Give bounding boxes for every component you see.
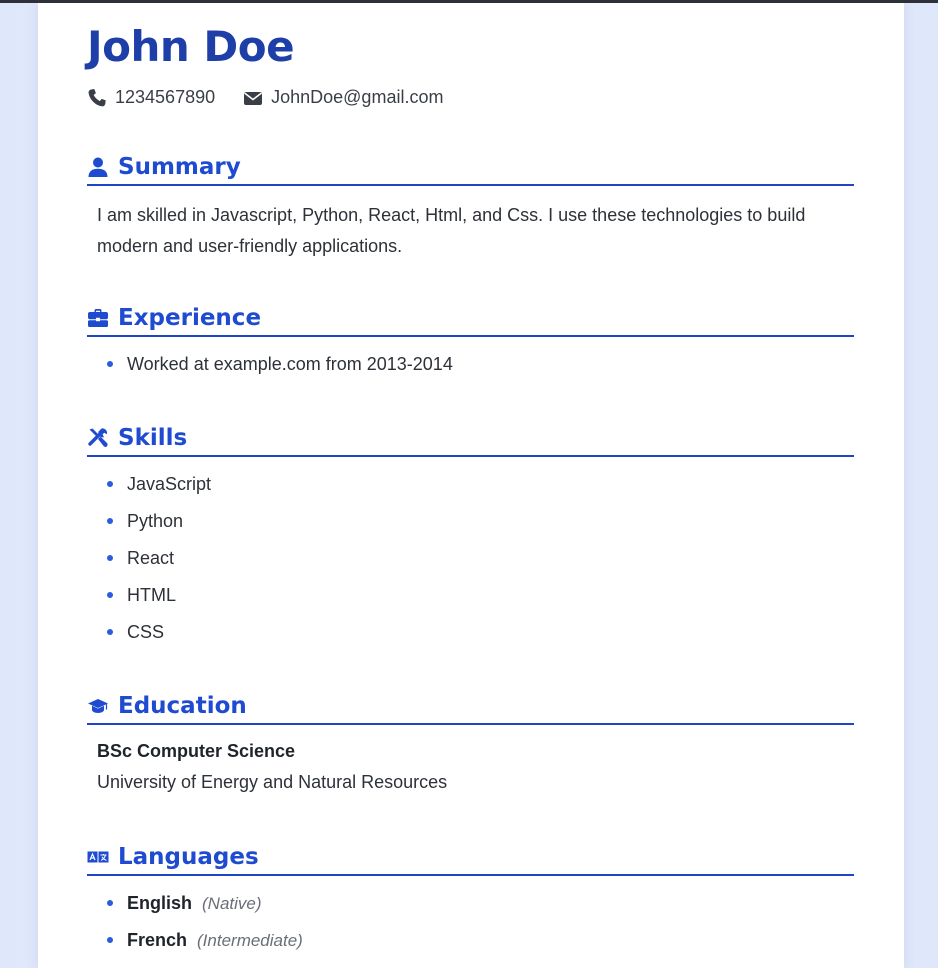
skill-item-text: HTML — [127, 585, 176, 605]
list-item: JavaScript — [87, 469, 854, 506]
bullet-dot — [107, 361, 113, 367]
list-item: Python — [87, 506, 854, 543]
list-item: React — [87, 543, 854, 580]
summary-header: Summary — [87, 150, 854, 186]
experience-header: Experience — [87, 301, 854, 337]
list-item: CSS — [87, 617, 854, 654]
experience-title: Experience — [118, 305, 262, 331]
phone-icon — [87, 88, 107, 108]
graduation-cap-icon — [87, 695, 109, 717]
experience-list: Worked at example.com from 2013-2014 — [87, 349, 854, 386]
summary-title: Summary — [118, 154, 241, 180]
skills-header: Skills — [87, 421, 854, 457]
summary-section: Summary I am skilled in Javascript, Pyth… — [87, 150, 854, 262]
bullet-dot — [107, 937, 113, 943]
list-item: Worked at example.com from 2013-2014 — [87, 349, 854, 386]
bullet-dot — [107, 555, 113, 561]
bullet-dot — [107, 481, 113, 487]
contact-phone: 1234567890 — [87, 87, 215, 108]
skills-list: JavaScript Python React HTML CSS — [87, 469, 854, 654]
languages-section: Languages English (Native) French (Interme… — [87, 840, 854, 962]
candidate-name: John Doe — [87, 22, 295, 71]
user-icon — [87, 156, 109, 178]
language-name: English — [127, 893, 193, 913]
languages-list: English (Native) French (Intermediate) — [87, 888, 854, 962]
phone-number: 1234567890 — [115, 87, 216, 107]
education-school: University of Energy and Natural Resourc… — [97, 772, 448, 792]
language-level: (Intermediate) — [197, 931, 303, 950]
list-item: French (Intermediate) — [87, 925, 854, 962]
bullet-dot — [107, 629, 113, 635]
skill-item-text: JavaScript — [127, 474, 212, 494]
email-address: JohnDoe@gmail.com — [271, 87, 444, 107]
summary-text: I am skilled in Javascript, Python, Reac… — [97, 205, 806, 256]
languages-title: Languages — [118, 844, 259, 870]
skill-item-text: CSS — [127, 622, 165, 642]
contact-email: JohnDoe@gmail.com — [243, 87, 443, 108]
contact-info: 1234567890 JohnDoe@gmail.com — [87, 87, 471, 108]
skills-title: Skills — [118, 425, 188, 451]
language-icon — [87, 846, 109, 868]
bullet-dot — [107, 900, 113, 906]
experience-section: Experience Worked at example.com from 20… — [87, 301, 854, 386]
tools-icon — [87, 427, 109, 449]
list-item: HTML — [87, 580, 854, 617]
bullet-dot — [107, 518, 113, 524]
experience-item-text: Worked at example.com from 2013-2014 — [127, 354, 453, 374]
language-name: French — [127, 930, 188, 950]
languages-header: Languages — [87, 840, 854, 876]
envelope-icon — [243, 88, 263, 108]
list-item: English (Native) — [87, 888, 854, 925]
skill-item-text: Python — [127, 511, 184, 531]
skills-section: Skills JavaScript Python React HTML CSS — [87, 421, 854, 654]
education-section: Education BSc Computer Science Universit… — [87, 689, 854, 794]
skill-item-text: React — [127, 548, 175, 568]
education-header: Education — [87, 689, 854, 725]
language-level: (Native) — [202, 894, 262, 913]
education-degree: BSc Computer Science — [97, 741, 296, 761]
bullet-dot — [107, 592, 113, 598]
education-title: Education — [118, 693, 247, 719]
briefcase-icon — [87, 307, 109, 329]
resume-page: John Doe 1234567890 JohnDoe@gmail.com Su… — [38, 3, 904, 968]
